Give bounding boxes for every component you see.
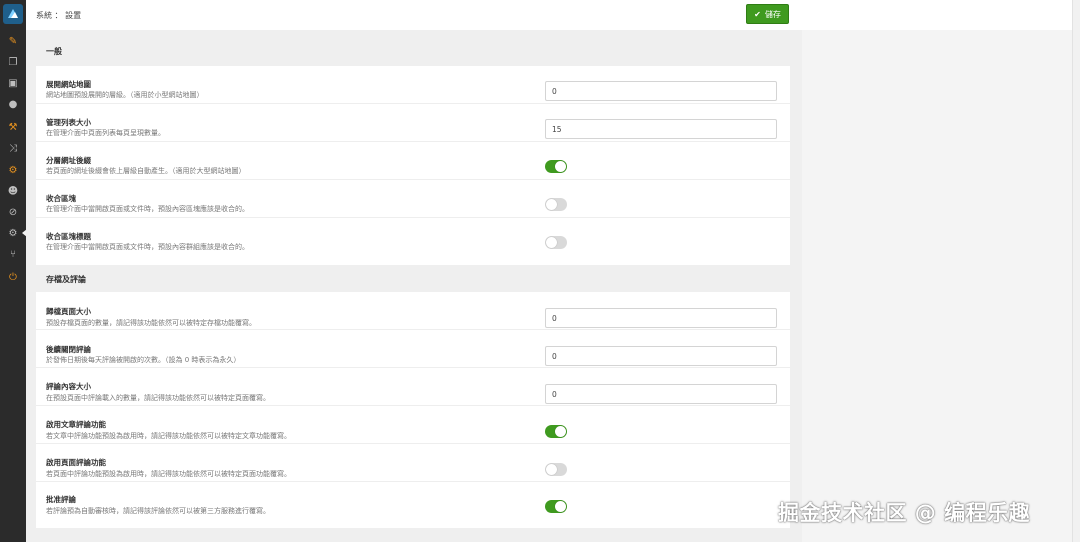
section-title-general: 一般 [46, 47, 62, 56]
right-pane [802, 30, 1072, 542]
setting-label: 收合區塊 [46, 194, 76, 203]
archive-page-size-input[interactable] [545, 308, 777, 328]
setting-label: 展開網站地圖 [46, 80, 91, 89]
page-size-input[interactable] [545, 119, 777, 139]
power-icon[interactable]: ⏻ [0, 268, 26, 286]
scrollbar[interactable] [1072, 0, 1080, 542]
setting-row: 批准評論 若評論預為自動審核時，請記得該評論依然可以被第三方服務進行覆寫。 [36, 482, 790, 522]
save-button[interactable]: ✔ 儲存 [746, 4, 789, 24]
check-icon: ✔ [754, 9, 761, 19]
setting-row: 評論內容大小 在預設頁面中評論載入的數量，請記得該功能依然可以被特定頁面覆寫。 [36, 368, 790, 406]
toggle-knob [546, 464, 557, 475]
comments-page-size-input[interactable] [545, 384, 777, 404]
setting-label: 批准評論 [46, 495, 76, 504]
setting-label: 評論內容大小 [46, 382, 91, 391]
setting-row: 分層網址後綴 若頁面的網址後綴會依上層級自動產生。（適用於大型網站地圖） [36, 142, 790, 180]
setting-row: 後續關閉評論 於發佈日期後每天評論被開啟的次數。（設為 0 時表示為永久） [36, 330, 790, 368]
setting-description: 在管理介面中當開啟頁面或文件時，預設內容區塊應該是收合的。 [46, 205, 249, 213]
setting-row: 啟用頁面評論功能 若頁面中評論功能預設為啟用時，請記得該功能依然可以被特定頁面功… [36, 444, 790, 482]
gear-icon[interactable]: ⚙ [0, 161, 26, 179]
setting-description: 網站地圖預設展開的層級。（適用於小型網站地圖） [46, 91, 204, 99]
users-icon[interactable]: ☻ [0, 182, 26, 200]
watermark: 掘金技术社区 @ 编程乐趣 [778, 501, 1031, 525]
toggle-knob [555, 501, 566, 512]
cogs-icon[interactable]: ⚙ [0, 224, 27, 242]
app-logo[interactable] [3, 4, 23, 24]
setting-description: 若頁面中評論功能預設為啟用時，請記得該功能依然可以被特定頁面功能覆寫。 [46, 470, 291, 478]
breadcrumb: 系統 ： 設置 [36, 11, 82, 20]
post-comments-toggle[interactable] [545, 425, 567, 438]
toggle-knob [555, 426, 566, 437]
setting-description: 於發佈日期後每天評論被開啟的次數。（設為 0 時表示為永久） [46, 356, 241, 364]
setting-label: 啟用文章評論功能 [46, 420, 106, 429]
pencil-icon[interactable]: ✎ [0, 32, 26, 50]
setting-label: 後續關閉評論 [46, 345, 91, 354]
collapse-blocks-toggle[interactable] [545, 198, 567, 211]
eye-slash-icon[interactable]: ⊘ [0, 203, 26, 221]
setting-description: 預設存檔頁面的數量，請記得該功能依然可以被特定存檔功能覆寫。 [46, 319, 256, 327]
collapse-block-titles-toggle[interactable] [545, 236, 567, 249]
setting-label: 收合區塊標題 [46, 232, 91, 241]
setting-row: 展開網站地圖 網站地圖預設展開的層級。（適用於小型網站地圖） [36, 66, 790, 104]
hierarchical-slugs-toggle[interactable] [545, 160, 567, 173]
sidebar: ✎ ❐ ▣ ● ⚒ ⤨ ⚙ ☻ ⊘ ⚙ ⑂ ⏻ [0, 0, 27, 542]
wrench-icon[interactable]: ⚒ [0, 118, 26, 136]
section-title-archive: 存檔及評論 [46, 275, 86, 284]
copy-icon[interactable]: ❐ [0, 53, 26, 71]
shuffle-icon[interactable]: ⤨ [0, 139, 26, 157]
approve-comments-toggle[interactable] [545, 500, 567, 513]
panel-general: 展開網站地圖 網站地圖預設展開的層級。（適用於小型網站地圖） 管理列表大小 在管… [36, 66, 790, 265]
close-comments-days-input[interactable] [545, 346, 777, 366]
setting-label: 啟用頁面評論功能 [46, 458, 106, 467]
setting-description: 若文章中評論功能預設為啟用時，請記得該功能依然可以被特定文章功能覆寫。 [46, 432, 291, 440]
toggle-knob [555, 161, 566, 172]
setting-description: 若評論預為自動審核時，請記得該評論依然可以被第三方服務進行覆寫。 [46, 507, 270, 515]
page-comments-toggle[interactable] [545, 463, 567, 476]
toggle-knob [546, 237, 557, 248]
setting-description: 若頁面的網址後綴會依上層級自動產生。（適用於大型網站地圖） [46, 167, 246, 175]
toggle-knob [546, 199, 557, 210]
setting-description: 在管理介面中當開啟頁面或文件時，預設內容群組應該是收合的。 [46, 243, 249, 251]
branch-icon[interactable]: ⑂ [0, 245, 26, 263]
setting-description: 在預設頁面中評論載入的數量，請記得該功能依然可以被特定頁面覆寫。 [46, 394, 270, 402]
top-bar: 系統 ： 設置 ✔ 儲存 [26, 0, 1080, 30]
setting-label: 分層網址後綴 [46, 156, 91, 165]
sitemap-depth-input[interactable] [545, 81, 777, 101]
setting-row: 歸檔頁面大小 預設存檔頁面的數量，請記得該功能依然可以被特定存檔功能覆寫。 [36, 292, 790, 330]
panel-archive: 歸檔頁面大小 預設存檔頁面的數量，請記得該功能依然可以被特定存檔功能覆寫。 後續… [36, 292, 790, 528]
comments-icon[interactable]: ● [0, 95, 26, 113]
setting-row: 啟用文章評論功能 若文章中評論功能預設為啟用時，請記得該功能依然可以被特定文章功… [36, 406, 790, 444]
setting-row: 收合區塊標題 在管理介面中當開啟頁面或文件時，預設內容群組應該是收合的。 [36, 218, 790, 258]
save-button-label: 儲存 [764, 9, 781, 19]
images-icon[interactable]: ▣ [0, 74, 26, 92]
setting-row: 管理列表大小 在管理介面中頁面列表每頁呈現數量。 [36, 104, 790, 142]
setting-description: 在管理介面中頁面列表每頁呈現數量。 [46, 129, 165, 137]
setting-label: 歸檔頁面大小 [46, 307, 91, 316]
setting-row: 收合區塊 在管理介面中當開啟頁面或文件時，預設內容區塊應該是收合的。 [36, 180, 790, 218]
setting-label: 管理列表大小 [46, 118, 91, 127]
